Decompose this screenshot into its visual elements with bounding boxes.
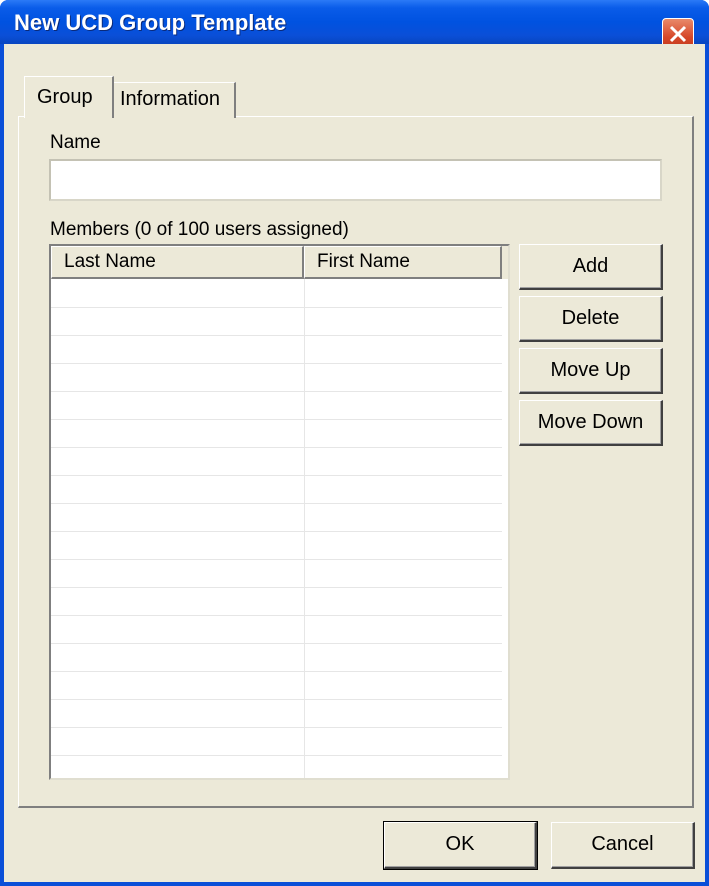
cancel-button[interactable]: Cancel [551, 822, 695, 869]
column-divider [304, 531, 305, 559]
window-title: New UCD Group Template [14, 10, 287, 35]
column-divider [304, 755, 305, 778]
table-row[interactable] [51, 307, 502, 336]
tab-group-label: Group [37, 86, 93, 108]
table-row[interactable] [51, 419, 502, 448]
move-up-button-label: Move Up [550, 359, 631, 381]
add-button-label: Add [572, 255, 609, 277]
column-divider [304, 699, 305, 727]
tab-information[interactable]: Information [112, 82, 236, 118]
column-divider [304, 559, 305, 587]
column-divider [304, 727, 305, 755]
name-input[interactable] [49, 159, 662, 201]
column-header-first-name-label: First Name [317, 251, 410, 272]
dialog-client: Information Group Name Members (0 of 100… [4, 44, 705, 882]
table-row[interactable] [51, 531, 502, 560]
move-up-button[interactable]: Move Up [519, 348, 663, 394]
add-button[interactable]: Add [519, 244, 663, 290]
table-row[interactable] [51, 363, 502, 392]
table-row[interactable] [51, 503, 502, 532]
table-row[interactable] [51, 671, 502, 700]
table-row[interactable] [51, 643, 502, 672]
column-divider [304, 279, 305, 307]
table-row[interactable] [51, 727, 502, 756]
table-row[interactable] [51, 615, 502, 644]
move-down-button-label: Move Down [537, 411, 644, 433]
table-row[interactable] [51, 279, 502, 308]
column-divider [304, 335, 305, 363]
column-header-last-name-label: Last Name [64, 251, 156, 272]
table-row[interactable] [51, 755, 502, 778]
ok-button[interactable]: OK [383, 821, 538, 870]
column-divider [304, 363, 305, 391]
table-row[interactable] [51, 447, 502, 476]
cancel-button-label: Cancel [591, 833, 654, 855]
column-divider [304, 587, 305, 615]
table-row[interactable] [51, 335, 502, 364]
list-header: Last Name First Name [51, 246, 508, 279]
column-divider [304, 475, 305, 503]
table-row[interactable] [51, 699, 502, 728]
title-bar[interactable]: New UCD Group Template [0, 0, 709, 50]
move-down-button[interactable]: Move Down [519, 400, 663, 446]
column-divider [304, 447, 305, 475]
table-row[interactable] [51, 559, 502, 588]
column-divider [304, 615, 305, 643]
members-label: Members (0 of 100 users assigned) [50, 219, 349, 240]
column-divider [304, 307, 305, 335]
delete-button-label: Delete [561, 307, 620, 329]
column-header-last-name[interactable]: Last Name [51, 246, 304, 279]
table-row[interactable] [51, 391, 502, 420]
column-divider [304, 503, 305, 531]
table-row[interactable] [51, 475, 502, 504]
ok-button-label: OK [445, 833, 475, 855]
close-icon [669, 25, 687, 43]
column-divider [304, 671, 305, 699]
name-label: Name [50, 132, 101, 153]
dialog-window: New UCD Group Template Information Group… [0, 0, 709, 886]
members-list[interactable]: Last Name First Name [49, 244, 510, 780]
table-row[interactable] [51, 587, 502, 616]
column-divider [304, 643, 305, 671]
delete-button[interactable]: Delete [519, 296, 663, 342]
column-header-first-name[interactable]: First Name [304, 246, 502, 279]
tab-information-label: Information [120, 88, 221, 110]
tab-group[interactable]: Group [24, 76, 114, 118]
column-divider [304, 391, 305, 419]
column-divider [304, 419, 305, 447]
